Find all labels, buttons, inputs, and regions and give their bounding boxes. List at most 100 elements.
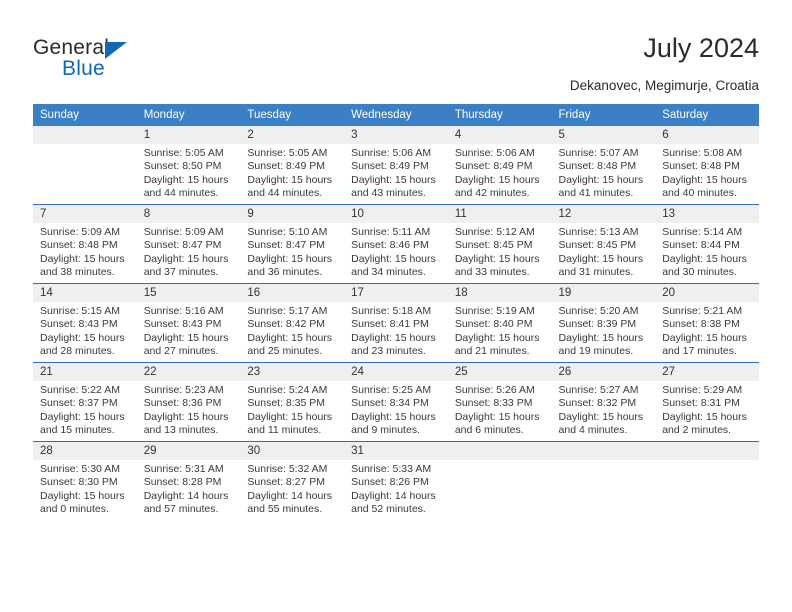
day-sun-info: Sunrise: 5:14 AM Sunset: 8:44 PM Daylight:… xyxy=(655,223,759,280)
day-sun-info-line: and 38 minutes. xyxy=(40,266,115,279)
calendar-day-cell[interactable]: 23 Sunrise: 5:24 AM Sunset: 8:35 PM Dayligh… xyxy=(240,362,345,442)
calendar-day-cell[interactable]: 8 Sunrise: 5:09 AM Sunset: 8:47 PM Daylight… xyxy=(136,204,241,284)
day-sun-info: Sunrise: 5:13 AM Sunset: 8:45 PM Daylight:… xyxy=(552,223,656,280)
day-number: 13 xyxy=(655,205,759,223)
day-sun-info-line: and 19 minutes. xyxy=(558,345,634,358)
day-number: 5 xyxy=(551,126,656,144)
calendar-day-cell[interactable]: 10 Sunrise: 5:11 AM Sunset: 8:46 PM Dayligh… xyxy=(344,204,448,284)
day-number: 9 xyxy=(240,205,345,223)
calendar-day-cell[interactable]: 22 Sunrise: 5:23 AM Sunset: 8:36 PM Dayligh… xyxy=(136,362,241,442)
calendar-day-cell[interactable]: 18 Sunrise: 5:19 AM Sunset: 8:40 PM Dayligh… xyxy=(447,283,552,363)
day-sun-info-line: Sunrise: 5:06 AM xyxy=(351,147,432,159)
calendar-week-row: 28 Sunrise: 5:30 AM Sunset: 8:30 PM Dayligh… xyxy=(33,441,759,520)
day-sun-info-line: Sunset: 8:32 PM xyxy=(558,397,637,410)
calendar-day-cell[interactable]: 3 Sunrise: 5:06 AM Sunset: 8:49 PM Daylight… xyxy=(344,126,448,205)
calendar-day-cell[interactable]: 27 Sunrise: 5:29 AM Sunset: 8:31 PM Dayligh… xyxy=(655,362,759,442)
day-sun-info: Sunrise: 5:16 AM Sunset: 8:43 PM Daylight:… xyxy=(137,302,241,359)
calendar-day-cell[interactable]: 17 Sunrise: 5:18 AM Sunset: 8:41 PM Dayligh… xyxy=(344,283,448,363)
day-sun-info-line: Daylight: 15 hours xyxy=(558,252,644,265)
day-sun-info: Sunrise: 5:21 AM Sunset: 8:38 PM Daylight:… xyxy=(655,302,759,359)
weekday-header-friday: Friday xyxy=(551,104,656,126)
day-sun-info: Sunrise: 5:17 AM Sunset: 8:42 PM Daylight:… xyxy=(240,302,344,359)
calendar-day-cell[interactable]: 6 Sunrise: 5:08 AM Sunset: 8:48 PM Daylight… xyxy=(655,126,759,205)
calendar-day-cell[interactable]: 15 Sunrise: 5:16 AM Sunset: 8:43 PM Dayligh… xyxy=(136,283,241,363)
calendar-day-cell[interactable]: 12 Sunrise: 5:13 AM Sunset: 8:45 PM Dayligh… xyxy=(551,204,656,284)
day-sun-info-line: and 0 minutes. xyxy=(40,503,109,516)
day-sun-info-line: and 41 minutes. xyxy=(558,187,634,200)
day-sun-info-line: Daylight: 15 hours xyxy=(454,331,540,344)
day-sun-info-line: Sunset: 8:47 PM xyxy=(143,239,222,252)
day-sun-info: Sunrise: 5:05 AM Sunset: 8:49 PM Daylight:… xyxy=(240,144,344,201)
day-sun-info: Sunrise: 5:11 AM Sunset: 8:46 PM Daylight:… xyxy=(344,223,448,280)
day-sun-info-line: Daylight: 15 hours xyxy=(247,410,333,423)
day-sun-info-line: Sunset: 8:42 PM xyxy=(247,318,326,331)
calendar-day-cell[interactable]: 2 Sunrise: 5:05 AM Sunset: 8:49 PM Daylight… xyxy=(240,126,345,205)
day-sun-info-line: Sunrise: 5:21 AM xyxy=(662,305,743,317)
day-number: 6 xyxy=(655,126,759,144)
day-sun-info-line: Daylight: 15 hours xyxy=(662,410,747,423)
day-sun-info-line: and 21 minutes. xyxy=(454,345,530,358)
day-sun-info-line: and 34 minutes. xyxy=(351,266,426,279)
day-sun-info-line: Sunset: 8:34 PM xyxy=(351,397,429,410)
day-sun-info-line: Sunset: 8:36 PM xyxy=(143,397,222,410)
day-sun-info-line: Sunset: 8:44 PM xyxy=(662,239,740,252)
calendar-day-cell[interactable]: 29 Sunrise: 5:31 AM Sunset: 8:28 PM Dayligh… xyxy=(136,441,241,520)
calendar-day-cell[interactable]: 31 Sunrise: 5:33 AM Sunset: 8:26 PM Dayligh… xyxy=(344,441,448,520)
calendar-day-cell[interactable]: 9 Sunrise: 5:10 AM Sunset: 8:47 PM Daylight… xyxy=(240,204,345,284)
day-sun-info-line: Sunset: 8:49 PM xyxy=(454,160,533,173)
calendar-day-cell[interactable]: 13 Sunrise: 5:14 AM Sunset: 8:44 PM Dayligh… xyxy=(655,204,759,284)
calendar-day-cell[interactable]: 28 Sunrise: 5:30 AM Sunset: 8:30 PM Dayligh… xyxy=(33,441,137,520)
day-sun-info: Sunrise: 5:31 AM Sunset: 8:28 PM Daylight:… xyxy=(137,460,241,517)
calendar-body: 1 Sunrise: 5:05 AM Sunset: 8:50 PM Daylight… xyxy=(33,126,759,520)
general-blue-logo: General Blue xyxy=(33,36,213,84)
day-sun-info-line: Sunrise: 5:26 AM xyxy=(454,384,535,396)
day-sun-info-line: Daylight: 15 hours xyxy=(351,173,436,186)
day-sun-info-line: Sunrise: 5:24 AM xyxy=(247,384,328,396)
calendar-day-cell[interactable]: 7 Sunrise: 5:09 AM Sunset: 8:48 PM Daylight… xyxy=(33,204,137,284)
day-number: 20 xyxy=(655,284,759,302)
calendar-day-cell[interactable]: 25 Sunrise: 5:26 AM Sunset: 8:33 PM Dayligh… xyxy=(447,362,552,442)
weekday-header-wednesday: Wednesday xyxy=(344,104,448,126)
day-number: 27 xyxy=(655,363,759,381)
day-sun-info-line: Daylight: 15 hours xyxy=(247,252,333,265)
calendar-day-cell[interactable]: 19 Sunrise: 5:20 AM Sunset: 8:39 PM Dayligh… xyxy=(551,283,656,363)
calendar-day-cell[interactable]: 16 Sunrise: 5:17 AM Sunset: 8:42 PM Dayligh… xyxy=(240,283,345,363)
weekday-header-monday: Monday xyxy=(136,104,241,126)
day-number: 4 xyxy=(447,126,552,144)
calendar-day-cell[interactable]: 30 Sunrise: 5:32 AM Sunset: 8:27 PM Dayligh… xyxy=(240,441,345,520)
day-sun-info-line: Sunrise: 5:25 AM xyxy=(351,384,432,396)
calendar-day-cell[interactable]: 24 Sunrise: 5:25 AM Sunset: 8:34 PM Dayligh… xyxy=(344,362,448,442)
day-number: 29 xyxy=(136,442,241,460)
calendar-day-cell[interactable]: 14 Sunrise: 5:15 AM Sunset: 8:43 PM Dayligh… xyxy=(33,283,137,363)
calendar-day-cell[interactable]: 26 Sunrise: 5:27 AM Sunset: 8:32 PM Dayligh… xyxy=(551,362,656,442)
day-sun-info-line: Sunset: 8:48 PM xyxy=(40,239,118,252)
calendar-day-cell[interactable]: 11 Sunrise: 5:12 AM Sunset: 8:45 PM Dayligh… xyxy=(447,204,552,284)
calendar-day-cell[interactable]: 4 Sunrise: 5:06 AM Sunset: 8:49 PM Daylight… xyxy=(447,126,552,205)
day-number: 12 xyxy=(551,205,656,223)
calendar-day-cell[interactable]: 1 Sunrise: 5:05 AM Sunset: 8:50 PM Daylight… xyxy=(136,126,241,205)
day-sun-info-line: Daylight: 15 hours xyxy=(662,252,747,265)
calendar-day-cell[interactable]: 20 Sunrise: 5:21 AM Sunset: 8:38 PM Dayligh… xyxy=(655,283,759,363)
calendar-grid: Sunday Monday Tuesday Wednesday Thursday… xyxy=(33,104,759,520)
calendar-week-row: 7 Sunrise: 5:09 AM Sunset: 8:48 PM Daylight… xyxy=(33,204,759,284)
day-sun-info-line: Daylight: 15 hours xyxy=(247,331,333,344)
day-sun-info-line: Daylight: 15 hours xyxy=(143,173,229,186)
day-sun-info-line: Sunrise: 5:05 AM xyxy=(143,147,224,159)
day-number: 28 xyxy=(33,442,137,460)
day-number: 10 xyxy=(344,205,448,223)
day-sun-info-line: Sunrise: 5:05 AM xyxy=(247,147,328,159)
day-sun-info-line: Sunset: 8:35 PM xyxy=(247,397,326,410)
calendar-day-cell[interactable]: 21 Sunrise: 5:22 AM Sunset: 8:37 PM Dayligh… xyxy=(33,362,137,442)
day-sun-info-line: Sunrise: 5:18 AM xyxy=(351,305,432,317)
day-sun-info-line: Sunset: 8:48 PM xyxy=(558,160,637,173)
day-sun-info: Sunrise: 5:26 AM Sunset: 8:33 PM Daylight:… xyxy=(448,381,552,438)
day-sun-info-line: Sunset: 8:27 PM xyxy=(247,476,326,489)
day-sun-info-line: Sunrise: 5:15 AM xyxy=(40,305,120,317)
day-number: 7 xyxy=(33,205,137,223)
day-sun-info-line: Sunrise: 5:31 AM xyxy=(143,463,224,475)
day-number: 22 xyxy=(136,363,241,381)
calendar-day-cell[interactable]: 5 Sunrise: 5:07 AM Sunset: 8:48 PM Daylight… xyxy=(551,126,656,205)
weekday-header-tuesday: Tuesday xyxy=(240,104,345,126)
day-sun-info-line: and 6 minutes. xyxy=(454,424,524,437)
day-sun-info-line: Daylight: 15 hours xyxy=(40,489,125,502)
